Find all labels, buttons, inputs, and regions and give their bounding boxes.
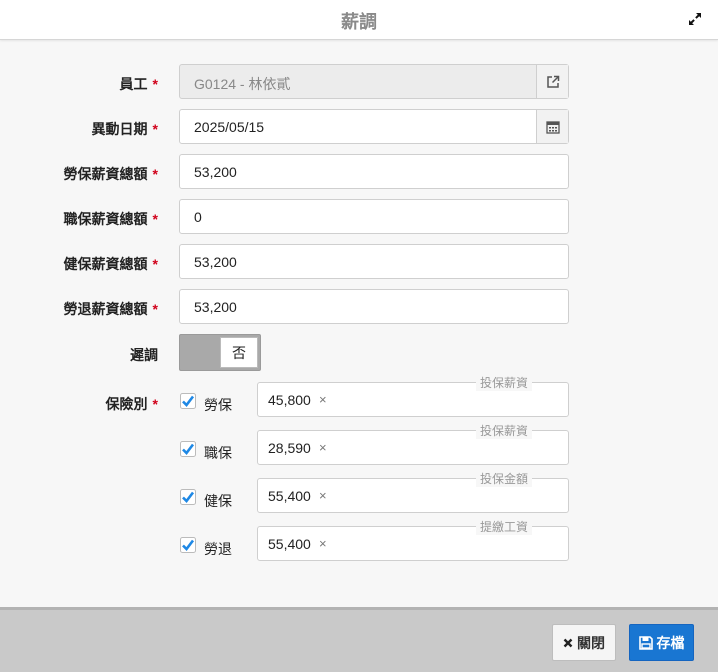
close-icon	[563, 638, 573, 647]
dialog-header: 薪調	[0, 0, 718, 40]
pension-salary-total-label: 勞退薪資總額 *	[63, 301, 158, 317]
close-button-label: 關閉	[577, 634, 605, 651]
health-insurance-field[interactable]: 投保金額 55,400 ×	[257, 470, 569, 513]
change-date-label: 異動日期 *	[91, 121, 158, 137]
occupational-salary-total-field[interactable]: 0	[179, 199, 569, 234]
clear-icon[interactable]: ×	[319, 488, 327, 503]
occupational-insurance-checkbox[interactable]	[180, 441, 196, 457]
occupational-salary-total-label: 職保薪資總額 *	[63, 211, 158, 227]
save-button-label: 存檔	[656, 634, 685, 651]
labor-insurance-value: 45,800	[268, 392, 311, 408]
pension-checkbox[interactable]	[180, 537, 196, 553]
health-salary-total-label: 健保薪資總額 *	[63, 256, 158, 272]
external-link-icon	[546, 75, 559, 88]
health-insurance-value: 55,400	[268, 488, 311, 504]
retroactive-toggle[interactable]: 否	[179, 334, 261, 371]
retroactive-label: 遲調	[130, 347, 158, 363]
pension-field[interactable]: 提繳工資 55,400 ×	[257, 518, 569, 561]
occupational-insurance-name: 職保	[204, 445, 232, 461]
retroactive-toggle-value: 否	[220, 337, 258, 368]
employee-label: 員工 *	[119, 76, 158, 92]
calendar-icon	[545, 120, 560, 134]
pension-salary-total-value: 53,200	[194, 299, 237, 315]
health-salary-total-field[interactable]: 53,200	[179, 244, 569, 279]
dialog-footer: 關閉 存檔	[0, 607, 718, 672]
occupational-insurance-value: 28,590	[268, 440, 311, 456]
labor-insurance-field[interactable]: 投保薪資 45,800 ×	[257, 374, 569, 417]
occupational-insurance-caption: 投保薪資	[476, 422, 533, 439]
employee-field[interactable]: G0124 - 林依貳	[179, 64, 569, 99]
pension-salary-total-field[interactable]: 53,200	[179, 289, 569, 324]
labor-insurance-name: 勞保	[204, 397, 232, 413]
health-salary-total-value: 53,200	[194, 254, 237, 270]
pension-caption: 提繳工資	[476, 518, 533, 535]
pension-name: 勞退	[204, 541, 232, 557]
open-employee-button[interactable]	[536, 65, 568, 98]
health-insurance-name: 健保	[204, 493, 232, 509]
dialog-title: 薪調	[341, 12, 377, 32]
labor-salary-total-label: 勞保薪資總額 *	[63, 166, 158, 182]
calendar-button[interactable]	[536, 110, 568, 143]
employee-value: G0124 - 林依貳	[194, 76, 291, 92]
labor-insurance-checkbox[interactable]	[180, 393, 196, 409]
labor-salary-total-value: 53,200	[194, 164, 237, 180]
labor-insurance-caption: 投保薪資	[476, 374, 533, 391]
floppy-disk-icon	[638, 635, 653, 650]
close-button[interactable]: 關閉	[552, 624, 616, 661]
occupational-insurance-field[interactable]: 投保薪資 28,590 ×	[257, 422, 569, 465]
health-insurance-checkbox[interactable]	[180, 489, 196, 505]
health-insurance-caption: 投保金額	[476, 470, 533, 487]
save-button[interactable]: 存檔	[629, 624, 694, 661]
pension-value: 55,400	[268, 536, 311, 552]
clear-icon[interactable]: ×	[319, 392, 327, 407]
labor-salary-total-field[interactable]: 53,200	[179, 154, 569, 189]
change-date-value: 2025/05/15	[194, 119, 265, 135]
clear-icon[interactable]: ×	[319, 440, 327, 455]
change-date-field[interactable]: 2025/05/15	[179, 109, 569, 144]
occupational-salary-total-value: 0	[194, 209, 202, 225]
clear-icon[interactable]: ×	[319, 536, 327, 551]
insurance-type-label: 保險別 *	[105, 396, 158, 412]
expand-icon[interactable]	[688, 12, 702, 26]
